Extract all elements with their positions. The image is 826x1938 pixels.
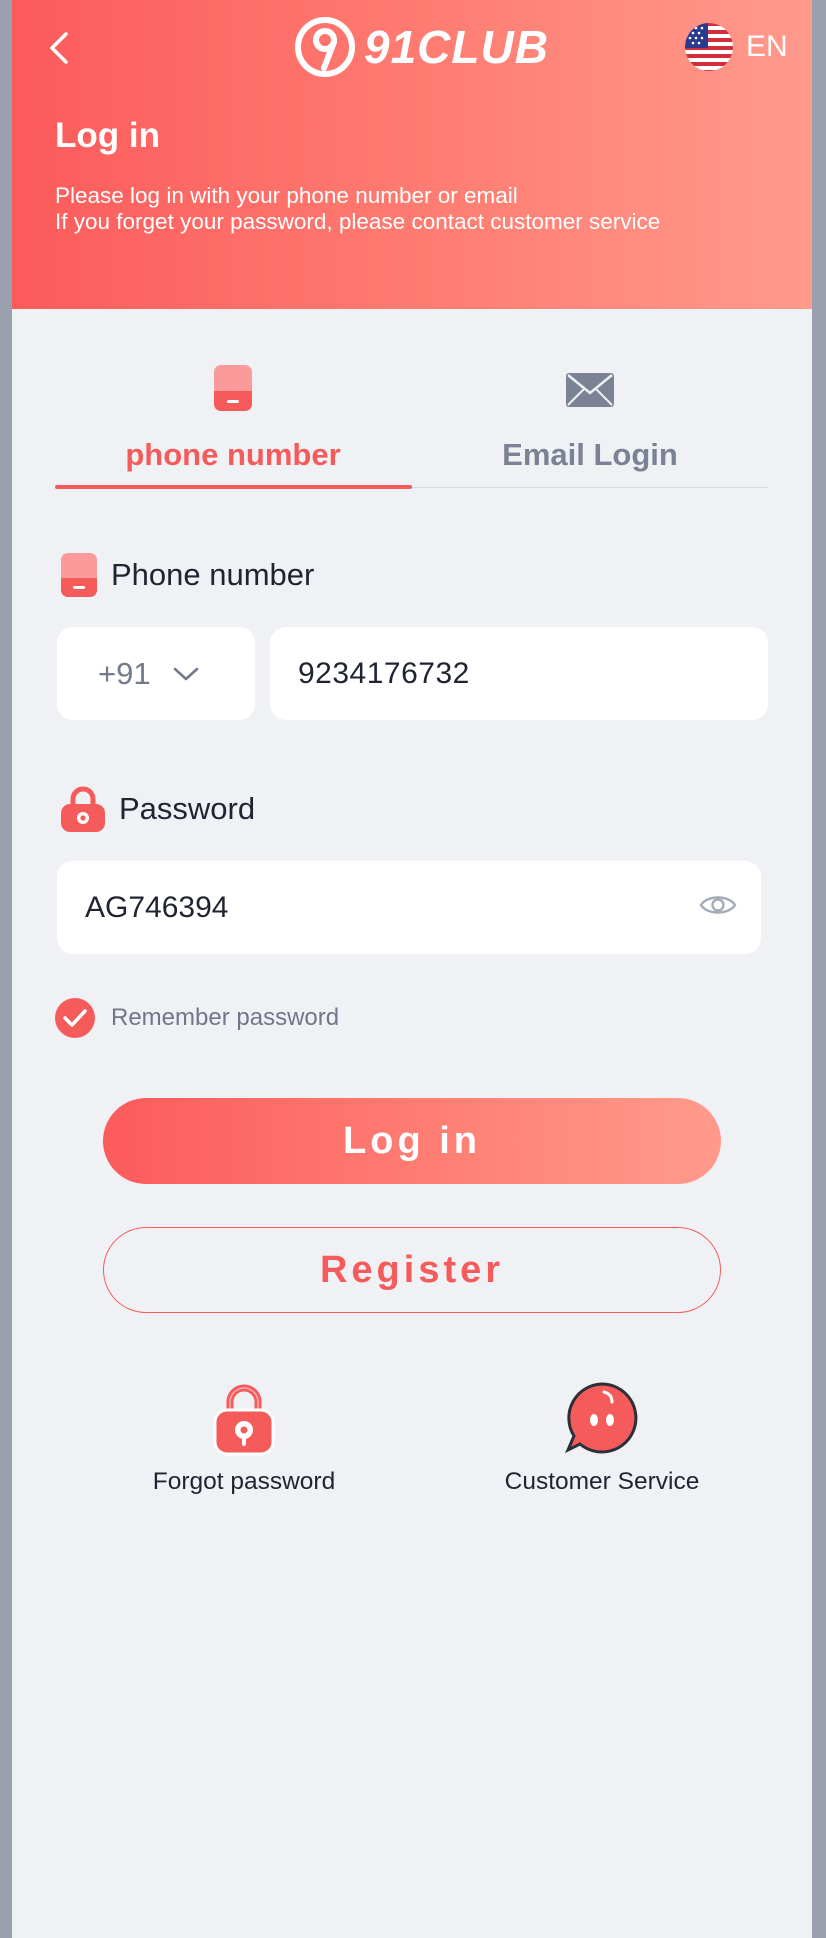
header: 91CLUB EN Log in Please log in with your…: [12, 0, 812, 309]
country-code-value: +91: [98, 655, 151, 691]
language-selector[interactable]: EN: [684, 22, 788, 72]
field-label-text: Password: [119, 791, 256, 826]
lock-icon: [61, 786, 105, 832]
field-label-text: Phone number: [111, 557, 315, 592]
forgot-password-label: Forgot password: [152, 1468, 336, 1495]
customer-service-link[interactable]: Customer Service: [472, 1380, 732, 1510]
tab-label: Email Login: [502, 437, 678, 472]
remember-password-checkbox[interactable]: Remember password: [55, 998, 339, 1038]
tabs-divider: [412, 487, 768, 488]
customer-service-label: Customer Service: [504, 1468, 700, 1495]
password-label: Password: [61, 786, 255, 832]
back-button[interactable]: [42, 28, 82, 68]
logo-mark-icon: [295, 17, 355, 77]
phone-icon: [61, 553, 97, 597]
brand-logo: 91CLUB: [292, 14, 552, 78]
password-input[interactable]: AG746394: [57, 861, 761, 954]
chat-icon: [565, 1382, 638, 1454]
login-button-label: Log in: [343, 1119, 481, 1162]
phone-number-label: Phone number: [61, 553, 314, 597]
brand-name: 91CLUB: [364, 21, 549, 73]
eye-icon: [699, 896, 737, 914]
language-label: EN: [746, 30, 788, 63]
page-description: Please log in with your phone number or …: [55, 183, 660, 235]
chevron-down-icon: [173, 667, 198, 680]
login-method-tabs: phone number Email Login: [55, 365, 768, 490]
us-flag-icon: [685, 23, 733, 71]
tab-phone-number[interactable]: phone number: [55, 365, 412, 489]
active-tab-indicator: [55, 485, 412, 489]
lock-icon: [213, 1384, 275, 1456]
description-line: Please log in with your phone number or …: [55, 183, 518, 208]
tab-label: phone number: [125, 437, 341, 472]
register-button-label: Register: [319, 1248, 505, 1291]
chevron-left-icon: [50, 32, 68, 64]
envelope-icon: [566, 373, 614, 407]
phone-number-input[interactable]: 9234176732: [270, 627, 768, 720]
tab-email-login[interactable]: Email Login: [412, 365, 768, 488]
description-line: If you forget your password, please cont…: [55, 209, 661, 234]
register-button[interactable]: Register: [103, 1227, 721, 1313]
phone-icon: [214, 365, 252, 411]
login-screen: 91CLUB EN Log in Please log in with your…: [12, 0, 812, 1938]
login-button[interactable]: Log in: [103, 1098, 721, 1184]
remember-password-label: Remember password: [111, 1004, 340, 1031]
toggle-password-visibility-button[interactable]: [699, 891, 737, 924]
forgot-password-link[interactable]: Forgot password: [114, 1380, 374, 1510]
page-title: Log in: [55, 116, 160, 155]
password-value: AG746394: [85, 890, 229, 924]
phone-number-value: 9234176732: [298, 656, 470, 690]
country-code-select[interactable]: +91: [57, 627, 255, 720]
checkmark-circle-icon: [55, 998, 95, 1038]
